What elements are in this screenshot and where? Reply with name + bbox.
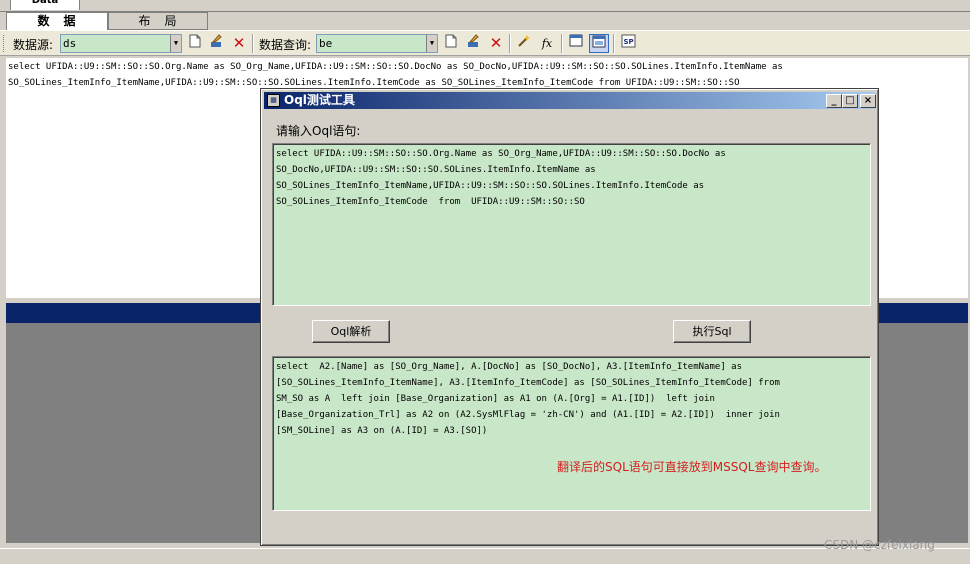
toolbar-separator xyxy=(561,34,563,53)
new-query-icon[interactable] xyxy=(441,34,461,53)
edit-query-icon[interactable] xyxy=(463,34,483,53)
app-icon: ▦ xyxy=(267,94,280,107)
new-icon[interactable] xyxy=(185,34,205,53)
sql-output[interactable]: select A2.[Name] as [SO_Org_Name], A.[Do… xyxy=(272,356,871,511)
edit-icon[interactable] xyxy=(206,34,226,53)
oql-tool-icon[interactable] xyxy=(589,34,609,53)
delete-query-icon[interactable]: ✕ xyxy=(486,34,506,53)
editor-line: select UFIDA::U9::SM::SO::SO.Org.Name as… xyxy=(8,62,783,72)
window-icon[interactable] xyxy=(566,34,586,53)
dialog-titlebar[interactable]: ▦ Oql测试工具 _ □ × xyxy=(264,92,876,109)
chevron-down-icon[interactable]: ▼ xyxy=(170,35,181,52)
delete-icon[interactable]: ✕ xyxy=(229,34,249,53)
svg-text:SP: SP xyxy=(623,38,633,46)
dialog-title: Oql测试工具 xyxy=(284,93,355,107)
toolbar: 数据源: ds ▼ ✕ 数据查询: be ▼ ✕ fx SP xyxy=(0,30,970,56)
toolbar-separator xyxy=(252,34,254,53)
tab-data[interactable]: Data xyxy=(10,0,80,10)
wand-icon[interactable] xyxy=(514,34,534,53)
oql-input[interactable]: select UFIDA::U9::SM::SO::SO.Org.Name as… xyxy=(272,143,871,306)
execute-sql-button[interactable]: 执行Sql xyxy=(673,320,751,343)
tab-data-view[interactable]: 数 据 xyxy=(6,12,108,30)
oql-parse-button[interactable]: Oql解析 xyxy=(312,320,390,343)
tab-layout[interactable]: 布 局 xyxy=(108,12,208,30)
oql-test-dialog: ▦ Oql测试工具 _ □ × 请输入Oql语句: select UFIDA::… xyxy=(260,88,879,546)
maximize-icon[interactable]: □ xyxy=(842,94,858,108)
chevron-down-icon[interactable]: ▼ xyxy=(426,35,437,52)
oql-prompt-label: 请输入Oql语句: xyxy=(276,124,361,138)
query-label: 数据查询: xyxy=(259,38,312,52)
watermark: CSDN @czfeixiang xyxy=(824,538,935,552)
minimize-icon[interactable]: _ xyxy=(826,94,842,108)
close-icon[interactable]: × xyxy=(860,94,876,108)
datasource-combo[interactable]: ds ▼ xyxy=(60,34,182,53)
top-tab-strip xyxy=(0,0,970,12)
sp-icon[interactable]: SP xyxy=(618,34,638,53)
toolbar-separator xyxy=(613,34,615,53)
query-combo[interactable]: be ▼ xyxy=(316,34,438,53)
datasource-label: 数据源: xyxy=(13,38,54,52)
toolbar-separator xyxy=(509,34,511,53)
datasource-value: ds xyxy=(63,37,77,50)
function-icon[interactable]: fx xyxy=(537,34,557,53)
translation-note: 翻译后的SQL语句可直接放到MSSQL查询中查询。 xyxy=(557,460,827,474)
query-value: be xyxy=(319,37,333,50)
toolbar-grip[interactable] xyxy=(3,35,6,52)
page-tabs: 数 据 布 局 xyxy=(6,12,208,30)
